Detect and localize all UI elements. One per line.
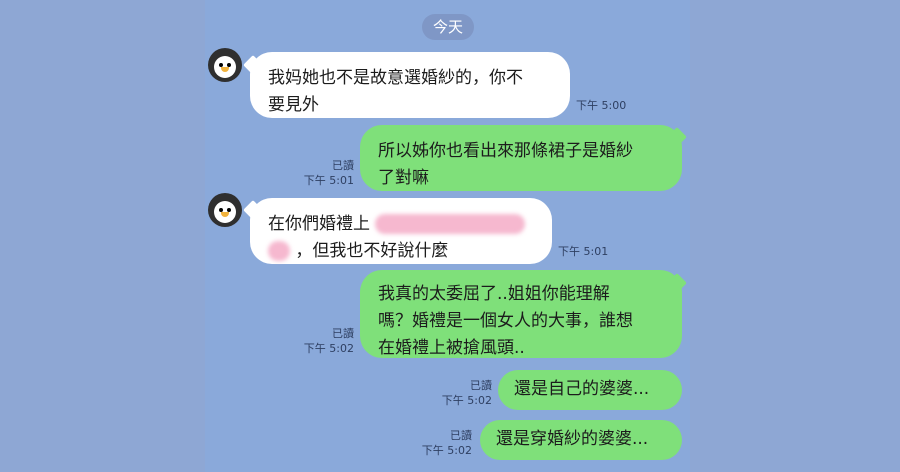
incoming-message-bubble[interactable]: 我妈她也不是故意選婚紗的，你不 要見外 — [250, 52, 570, 118]
avatar-penguin-icon[interactable] — [208, 193, 242, 227]
message-read-status: 已讀 下午 5:01 — [303, 159, 354, 187]
message-text: 還是穿婚紗的婆婆... — [496, 429, 649, 449]
message-text: 還是自己的婆婆... — [514, 379, 650, 399]
message-time: 下午 5:00 — [576, 99, 627, 112]
left-margin — [0, 0, 205, 472]
message-text: 我真的太委屈了..姐姐你能理解 — [378, 284, 610, 304]
message-text: 在你們婚禮上 — [268, 214, 370, 234]
outgoing-message-bubble[interactable]: 我真的太委屈了..姐姐你能理解 嗎？婚禮是一個女人的大事，誰想 在婚禮上被搶風頭… — [360, 270, 682, 358]
message-text: 嗎？婚禮是一個女人的大事，誰想 — [378, 311, 633, 331]
outgoing-message-bubble[interactable]: 所以姊你也看出來那條裙子是婚紗 了對嘛 — [360, 125, 682, 191]
message-read-status: 已讀 下午 5:02 — [441, 379, 492, 407]
message-text: 所以姊你也看出來那條裙子是婚紗 — [378, 141, 633, 161]
outgoing-message-bubble[interactable]: 還是自己的婆婆... — [498, 370, 682, 410]
redacted-text — [375, 214, 526, 234]
message-text: 我妈她也不是故意選婚紗的，你不 — [268, 68, 523, 88]
message-read-status: 已讀 下午 5:02 — [303, 327, 354, 355]
date-divider: 今天 — [422, 14, 474, 40]
avatar-penguin-icon[interactable] — [208, 48, 242, 82]
right-margin — [690, 0, 900, 472]
message-text: 要見外 — [268, 95, 319, 115]
message-text: 在婚禮上被搶風頭.. — [378, 338, 525, 358]
redacted-text — [268, 241, 290, 261]
incoming-message-bubble[interactable]: 在你們婚禮上 ，但我也不好說什麼 — [250, 198, 552, 264]
outgoing-message-bubble[interactable]: 還是穿婚紗的婆婆... — [480, 420, 682, 460]
message-read-status: 已讀 下午 5:02 — [421, 429, 472, 457]
message-time: 下午 5:01 — [558, 245, 609, 258]
message-text: 了對嘛 — [378, 168, 429, 188]
message-text: ，但我也不好說什麼 — [295, 241, 449, 261]
